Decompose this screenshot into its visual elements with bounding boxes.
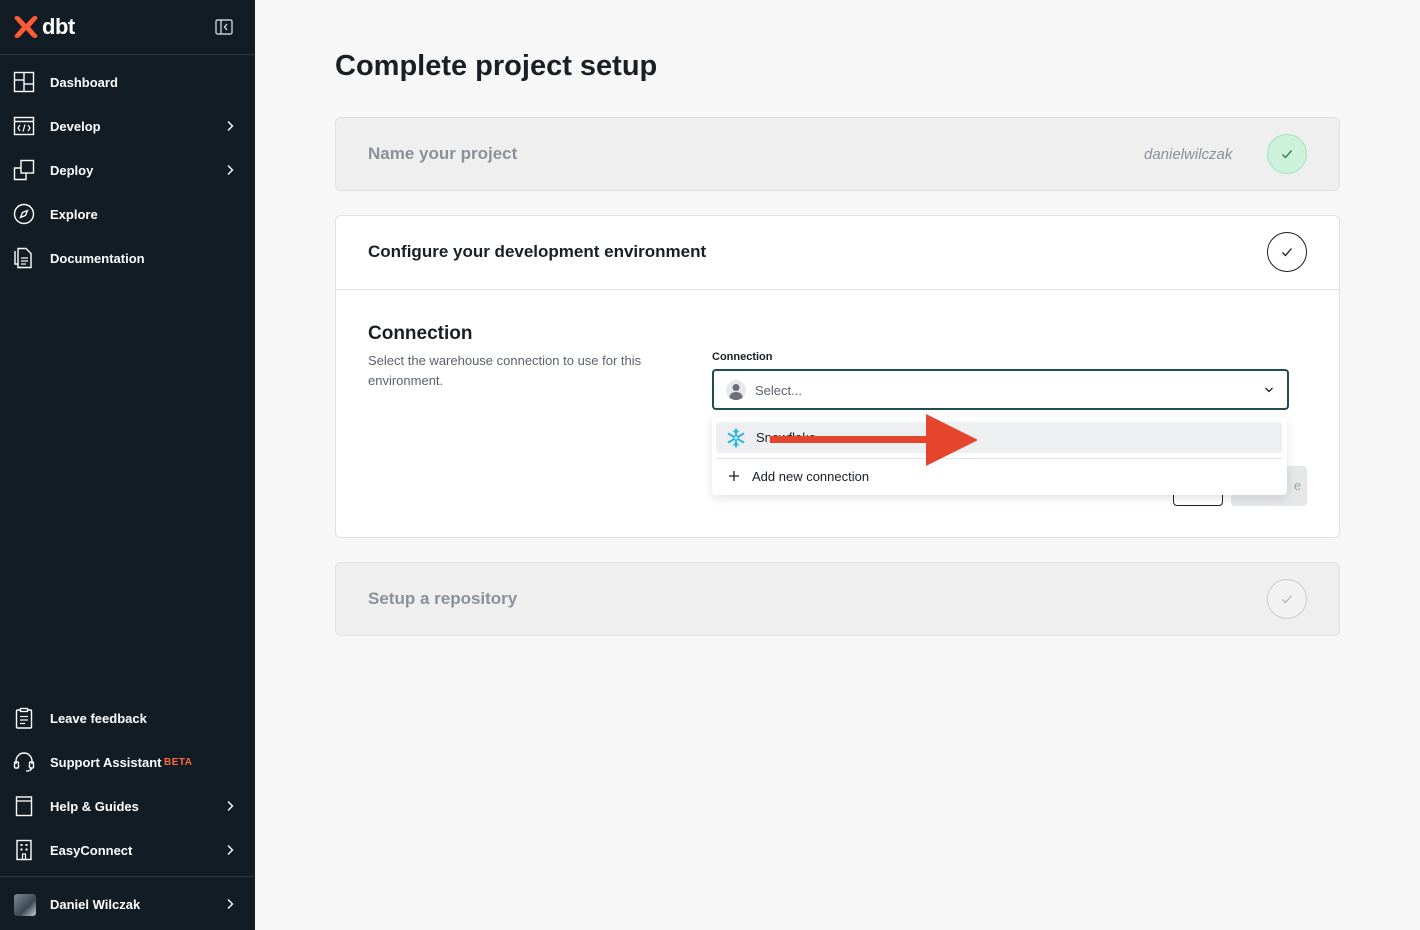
sidebar: dbt Dashboard Develop Deploy Explore Doc…: [0, 0, 255, 930]
chevron-right-icon: [227, 801, 234, 811]
plus-icon: [729, 471, 739, 481]
sidebar-item-documentation[interactable]: Documentation: [0, 238, 255, 278]
sidebar-item-deploy[interactable]: Deploy: [0, 150, 255, 190]
sidebar-item-label: Support Assistant: [50, 754, 162, 770]
step-title: Name your project: [368, 144, 518, 163]
user-name: Daniel Wilczak: [50, 896, 141, 912]
check-icon: [1282, 150, 1293, 159]
step-complete-badge: [1267, 134, 1307, 174]
section-description: Select the warehouse connection to use f…: [368, 353, 642, 388]
sidebar-item-help-guides[interactable]: Help & Guides: [0, 786, 255, 826]
sidebar-item-explore[interactable]: Explore: [0, 194, 255, 234]
step-status-badge: [1267, 232, 1307, 272]
chevron-right-icon: [227, 845, 234, 855]
snowflake-icon: [727, 428, 745, 448]
clipboard-icon: [15, 707, 33, 729]
code-window-icon: [13, 116, 35, 136]
step-setup-repository[interactable]: Setup a repository: [335, 562, 1340, 636]
chevron-right-icon: [227, 899, 234, 909]
sidebar-item-label: EasyConnect: [50, 842, 133, 858]
sidebar-item-label: Develop: [50, 118, 101, 134]
annotation-arrow: [770, 414, 978, 466]
check-icon: [1282, 595, 1292, 604]
sidebar-item-label: Help & Guides: [50, 798, 139, 814]
sidebar-item-label: Dashboard: [50, 74, 118, 90]
compass-icon: [13, 203, 35, 225]
divider: [336, 289, 1339, 290]
dbt-logo-icon[interactable]: [13, 14, 39, 40]
brand: dbt: [0, 0, 255, 55]
deploy-icon: [13, 159, 35, 181]
user-icon: [726, 380, 746, 400]
user-menu[interactable]: Daniel Wilczak: [0, 884, 255, 924]
headset-icon: [13, 752, 35, 772]
option-label: Add new connection: [752, 469, 870, 484]
chevron-down-icon: [1265, 387, 1273, 393]
building-icon: [16, 839, 32, 861]
page-title: Complete project setup: [335, 50, 658, 82]
collapse-sidebar-icon[interactable]: [215, 19, 233, 35]
brand-name: dbt: [42, 14, 75, 39]
section-title: Connection: [368, 323, 473, 344]
sidebar-item-easyconnect[interactable]: EasyConnect: [0, 830, 255, 870]
connection-field-label: Connection: [712, 351, 773, 363]
sidebar-item-label: Documentation: [50, 250, 145, 266]
option-add-new-connection[interactable]: Add new connection: [716, 462, 1282, 492]
step-title: Setup a repository: [368, 589, 518, 608]
connection-select[interactable]: Select...: [712, 369, 1289, 410]
sidebar-item-leave-feedback[interactable]: Leave feedback: [0, 698, 255, 738]
main-content: Complete project setup Name your project…: [255, 0, 1420, 930]
step-name-project[interactable]: Name your project danielwilczak: [335, 117, 1340, 191]
step-pending-badge: [1267, 579, 1307, 619]
project-name-value: danielwilczak: [1144, 146, 1233, 163]
save-button-label: e: [1294, 478, 1302, 493]
book-icon: [15, 796, 33, 817]
chevron-right-icon: [227, 165, 234, 175]
sidebar-item-develop[interactable]: Develop: [0, 106, 255, 146]
dashboard-icon: [13, 71, 35, 93]
step-title: Configure your development environment: [368, 242, 707, 261]
chevron-right-icon: [227, 121, 234, 131]
sidebar-item-label: Leave feedback: [50, 710, 147, 726]
documents-icon: [14, 247, 32, 269]
sidebar-item-label: Explore: [50, 206, 98, 222]
check-icon: [1282, 248, 1292, 257]
select-placeholder: Select...: [755, 383, 802, 398]
sidebar-item-label: Deploy: [50, 162, 94, 178]
beta-badge: BETA: [164, 756, 193, 768]
sidebar-item-dashboard[interactable]: Dashboard: [0, 62, 255, 102]
sidebar-item-support-assistant[interactable]: Support Assistant BETA: [0, 742, 255, 782]
divider: [0, 876, 255, 877]
